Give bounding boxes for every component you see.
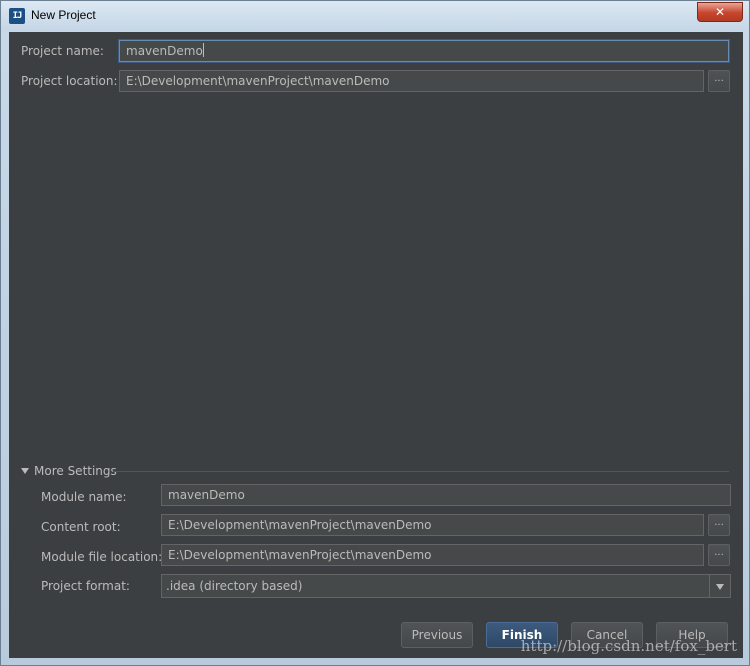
- module-file-location-label: Module file location:: [41, 550, 163, 564]
- more-settings-label: More Settings: [34, 464, 117, 478]
- title-bar[interactable]: New Project ✕: [1, 1, 749, 31]
- text-caret: [202, 43, 204, 57]
- dialog-content: Project name: mavenDemo Project location…: [9, 32, 743, 658]
- expand-triangle-icon: [21, 468, 29, 474]
- project-format-select[interactable]: .idea (directory based): [161, 574, 731, 598]
- more-settings-toggle[interactable]: More Settings: [21, 464, 117, 478]
- project-format-label: Project format:: [41, 579, 130, 593]
- close-button[interactable]: ✕: [697, 2, 743, 22]
- intellij-icon: [9, 8, 25, 24]
- project-location-browse-button[interactable]: ...: [708, 70, 730, 92]
- module-name-input[interactable]: mavenDemo: [161, 484, 731, 506]
- new-project-dialog: New Project ✕ Project name: mavenDemo Pr…: [0, 0, 750, 666]
- module-name-label: Module name:: [41, 490, 127, 504]
- project-name-value: mavenDemo: [126, 44, 203, 58]
- module-file-location-input[interactable]: E:\Development\mavenProject\mavenDemo: [161, 544, 704, 566]
- content-root-input[interactable]: E:\Development\mavenProject\mavenDemo: [161, 514, 704, 536]
- section-divider: [113, 471, 729, 472]
- content-root-label: Content root:: [41, 520, 121, 534]
- project-location-input[interactable]: E:\Development\mavenProject\mavenDemo: [119, 70, 704, 92]
- content-root-browse-button[interactable]: ...: [708, 514, 730, 536]
- dropdown-arrow-icon[interactable]: [709, 575, 730, 597]
- window-title: New Project: [31, 8, 96, 22]
- project-name-input[interactable]: mavenDemo: [119, 40, 729, 62]
- project-name-label: Project name:: [21, 44, 104, 58]
- previous-button[interactable]: Previous: [401, 622, 473, 648]
- watermark: http://blog.csdn.net/fox_bert: [520, 637, 737, 655]
- module-file-browse-button[interactable]: ...: [708, 544, 730, 566]
- project-format-value: .idea (directory based): [166, 579, 303, 593]
- project-location-label: Project location:: [21, 74, 118, 88]
